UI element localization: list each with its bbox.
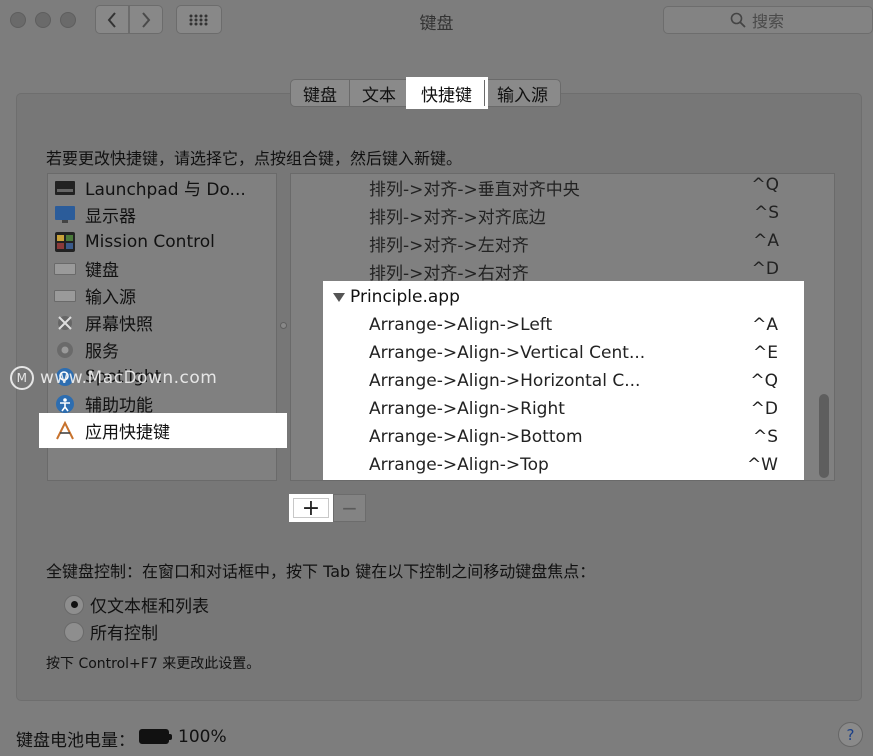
shortcut-key[interactable]: ^E: [753, 343, 778, 363]
app-group-header[interactable]: Principle.app: [333, 287, 460, 307]
tab-shortcuts[interactable]: 快捷键: [406, 77, 488, 109]
category-list[interactable]: Launchpad 与 Do... 显示器 Mission Control 键盘…: [39, 173, 287, 481]
table-row[interactable]: Arrange->Align->Vertical Cent... ^E: [291, 340, 804, 368]
sidebar-item-mission-control[interactable]: Mission Control: [48, 228, 276, 255]
sidebar-item-screenshots[interactable]: 屏幕快照: [48, 309, 276, 336]
watermark-text: www.MacDown.com: [40, 368, 218, 388]
tab-text[interactable]: 文本: [350, 80, 409, 106]
title-bar: 键盘 搜索: [0, 0, 873, 40]
sidebar-item-services[interactable]: 服务: [48, 336, 276, 363]
sidebar-item-input-sources[interactable]: 输入源: [48, 282, 276, 309]
table-row[interactable]: Arrange->Align->Right ^D: [291, 396, 804, 424]
sidebar-item-display[interactable]: 显示器: [48, 201, 276, 228]
shortcut-key[interactable]: ^S: [754, 203, 779, 223]
sidebar-item-accessibility[interactable]: 辅助功能: [48, 390, 276, 417]
scrollbar-thumb[interactable]: [819, 394, 829, 478]
shortcut-name: Arrange->Align->Left: [369, 315, 553, 335]
sidebar-item-label: 输入源: [85, 288, 136, 308]
tab-keyboard[interactable]: 键盘: [291, 80, 350, 106]
shortcut-name: Arrange->Align->Top: [369, 455, 549, 475]
battery-value: 100%: [178, 727, 227, 747]
shortcut-key[interactable]: ^A: [752, 315, 778, 335]
shortcut-key[interactable]: ^D: [752, 259, 779, 279]
shortcut-key[interactable]: ^A: [753, 231, 779, 251]
search-input[interactable]: 搜索: [663, 6, 873, 34]
table-row[interactable]: Arrange->Align->Horizontal C... ^Q: [291, 368, 804, 396]
table-row[interactable]: Arrange->Align->Top ^W: [291, 452, 804, 480]
watermark: M www.MacDown.com: [10, 366, 217, 390]
watermark-logo-icon: M: [10, 366, 34, 390]
shortcut-name: Arrange->Align->Bottom: [369, 427, 583, 447]
gear-icon: [54, 339, 76, 361]
screenshot-icon: [54, 312, 76, 334]
sidebar-item-label: 键盘: [85, 261, 119, 281]
shortcut-name: 排列->对齐->垂直对齐中央: [369, 180, 580, 200]
search-icon: [730, 12, 746, 28]
shortcut-list[interactable]: 排列->对齐->垂直对齐中央 ^Q 排列->对齐->对齐底边 ^S 排列->对齐…: [290, 173, 835, 481]
shortcut-key[interactable]: ^Q: [750, 371, 778, 391]
shortcut-key[interactable]: ^Q: [751, 175, 779, 195]
table-row[interactable]: 排列->对齐->对齐底边 ^S: [291, 200, 821, 228]
sidebar-item-label: 服务: [85, 342, 119, 362]
radio-button[interactable]: [64, 621, 84, 642]
accessibility-icon: [54, 393, 76, 415]
input-source-icon: [54, 285, 76, 307]
keyboard-control-hint: 按下 Control+F7 来更改此设置。: [46, 656, 261, 672]
add-remove-controls: + −: [289, 494, 366, 522]
table-row[interactable]: 排列->对齐->垂直对齐中央 ^Q: [291, 174, 821, 200]
search-placeholder: 搜索: [752, 12, 785, 31]
table-row[interactable]: Arrange->Align->Bottom ^S: [291, 424, 804, 452]
sidebar-item-label: 显示器: [85, 207, 136, 227]
instruction-text: 若要更改快捷键，请选择它，点按组合键，然后键入新键。: [46, 149, 463, 168]
battery-label: 键盘电池电量：: [16, 731, 135, 751]
app-shortcuts-icon: [54, 420, 76, 442]
app-group-name: Principle.app: [350, 287, 460, 307]
battery-icon: [139, 729, 172, 744]
shortcut-name: Arrange->Align->Horizontal C...: [369, 371, 641, 391]
tab-input-sources[interactable]: 输入源: [485, 80, 560, 106]
shortcut-name: 排列->对齐->对齐底边: [369, 208, 546, 228]
table-row[interactable]: 排列->对齐->左对齐 ^A: [291, 228, 821, 256]
shortcut-name: Arrange->Align->Vertical Cent...: [369, 343, 646, 363]
radio-text-boxes-and-lists[interactable]: 仅文本框和列表: [64, 592, 209, 617]
help-button[interactable]: ?: [838, 722, 863, 747]
shortcut-key[interactable]: ^W: [747, 455, 778, 475]
sidebar-item-app-shortcuts[interactable]: 应用快捷键: [39, 413, 287, 448]
sidebar-item-launchpad[interactable]: Launchpad 与 Do...: [48, 174, 276, 201]
table-row[interactable]: 排列->对齐->右对齐 ^D: [291, 256, 821, 284]
radio-label: 所有控制: [90, 624, 158, 644]
remove-shortcut-button[interactable]: −: [333, 494, 366, 522]
disclosure-triangle-icon[interactable]: [333, 292, 345, 302]
radio-button-selected[interactable]: [64, 594, 84, 615]
sidebar-item-label: 应用快捷键: [85, 423, 170, 443]
shortcut-key[interactable]: ^D: [751, 399, 778, 419]
sidebar-item-label: Launchpad 与 Do...: [85, 180, 246, 200]
add-shortcut-button[interactable]: +: [289, 494, 333, 522]
display-icon: [54, 204, 76, 226]
launchpad-icon: [54, 177, 76, 199]
shortcut-name: 排列->对齐->左对齐: [369, 236, 529, 256]
split-view-handle[interactable]: [280, 322, 287, 329]
shortcut-name: Arrange->Align->Right: [369, 399, 565, 419]
table-row[interactable]: Arrange->Align->Left ^A: [291, 312, 804, 340]
radio-label: 仅文本框和列表: [90, 597, 209, 617]
keyboard-icon: [54, 258, 76, 280]
sidebar-item-keyboard[interactable]: 键盘: [48, 255, 276, 282]
radio-all-controls[interactable]: 所有控制: [64, 619, 158, 644]
shortcut-key[interactable]: ^S: [753, 427, 778, 447]
sidebar-item-label: 辅助功能: [85, 396, 153, 416]
mission-control-icon: [54, 231, 76, 253]
tab-bar: 键盘 文本 快捷键 输入源: [290, 77, 561, 109]
sidebar-item-label: Mission Control: [85, 231, 215, 252]
sidebar-item-label: 屏幕快照: [85, 315, 153, 335]
keyboard-control-title: 全键盘控制：在窗口和对话框中，按下 Tab 键在以下控制之间移动键盘焦点：: [46, 562, 596, 581]
